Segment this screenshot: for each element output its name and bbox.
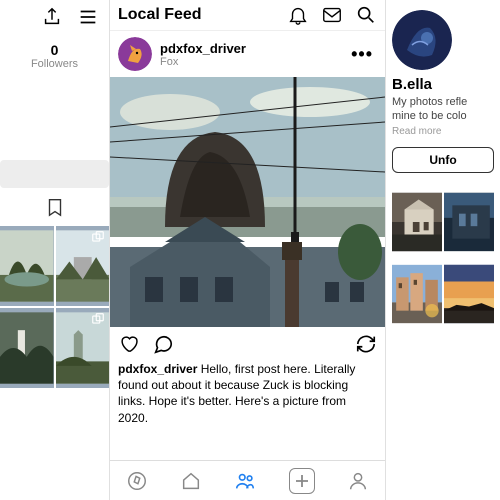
- right-profile-panel: B.ella My photos refle mine to be colo R…: [385, 0, 500, 500]
- bookmark-icon[interactable]: [44, 196, 66, 218]
- carousel-icon: [91, 312, 105, 326]
- read-more-link[interactable]: Read more: [392, 126, 494, 137]
- grid-thumb[interactable]: [392, 187, 442, 257]
- profile-grid: [392, 187, 494, 329]
- comment-icon[interactable]: [152, 333, 174, 355]
- post-caption: pdxfox_driver Hello, first post here. Li…: [110, 361, 385, 434]
- profile-bio: My photos refle mine to be colo: [392, 95, 494, 124]
- left-profile-panel: 0 Followers: [0, 0, 110, 500]
- followers-label: Followers: [0, 58, 109, 70]
- post-header: pdxfox_driver Fox •••: [110, 31, 385, 77]
- refresh-icon[interactable]: [355, 333, 377, 355]
- avatar[interactable]: [392, 10, 452, 70]
- search-icon[interactable]: [355, 4, 377, 26]
- profile-grid: [0, 226, 109, 388]
- post-username[interactable]: pdxfox_driver: [160, 41, 339, 56]
- grid-thumb[interactable]: [444, 259, 494, 329]
- mail-icon[interactable]: [321, 4, 343, 26]
- followers-count: 0: [0, 42, 109, 58]
- edit-profile-button[interactable]: [0, 160, 109, 188]
- post-more-icon[interactable]: •••: [347, 44, 377, 65]
- grid-thumb[interactable]: [56, 226, 110, 306]
- feed-title: Local Feed: [118, 6, 287, 24]
- unfollow-button[interactable]: Unfo: [392, 147, 494, 173]
- carousel-icon: [91, 230, 105, 244]
- home-icon[interactable]: [180, 470, 202, 492]
- grid-thumb[interactable]: [0, 226, 54, 306]
- grid-thumb[interactable]: [56, 308, 110, 388]
- followers-stat[interactable]: 0 Followers: [0, 42, 109, 70]
- plus-icon[interactable]: [289, 468, 315, 494]
- avatar[interactable]: [118, 37, 152, 71]
- heart-icon[interactable]: [118, 333, 140, 355]
- share-icon[interactable]: [41, 6, 63, 28]
- profile-name: B.ella: [392, 76, 494, 93]
- menu-icon[interactable]: [77, 6, 99, 28]
- feed-panel: Local Feed pdxfox_driver Fox •••: [110, 0, 385, 500]
- post-subtitle: Fox: [160, 56, 339, 68]
- grid-thumb[interactable]: [0, 308, 54, 388]
- post-image[interactable]: [110, 77, 385, 327]
- grid-thumb[interactable]: [444, 187, 494, 257]
- people-icon[interactable]: [234, 470, 256, 492]
- bell-icon[interactable]: [287, 4, 309, 26]
- compass-icon[interactable]: [126, 470, 148, 492]
- bottom-nav: [110, 460, 385, 500]
- grid-thumb[interactable]: [392, 259, 442, 329]
- caption-username[interactable]: pdxfox_driver: [118, 362, 197, 376]
- profile-icon[interactable]: [347, 470, 369, 492]
